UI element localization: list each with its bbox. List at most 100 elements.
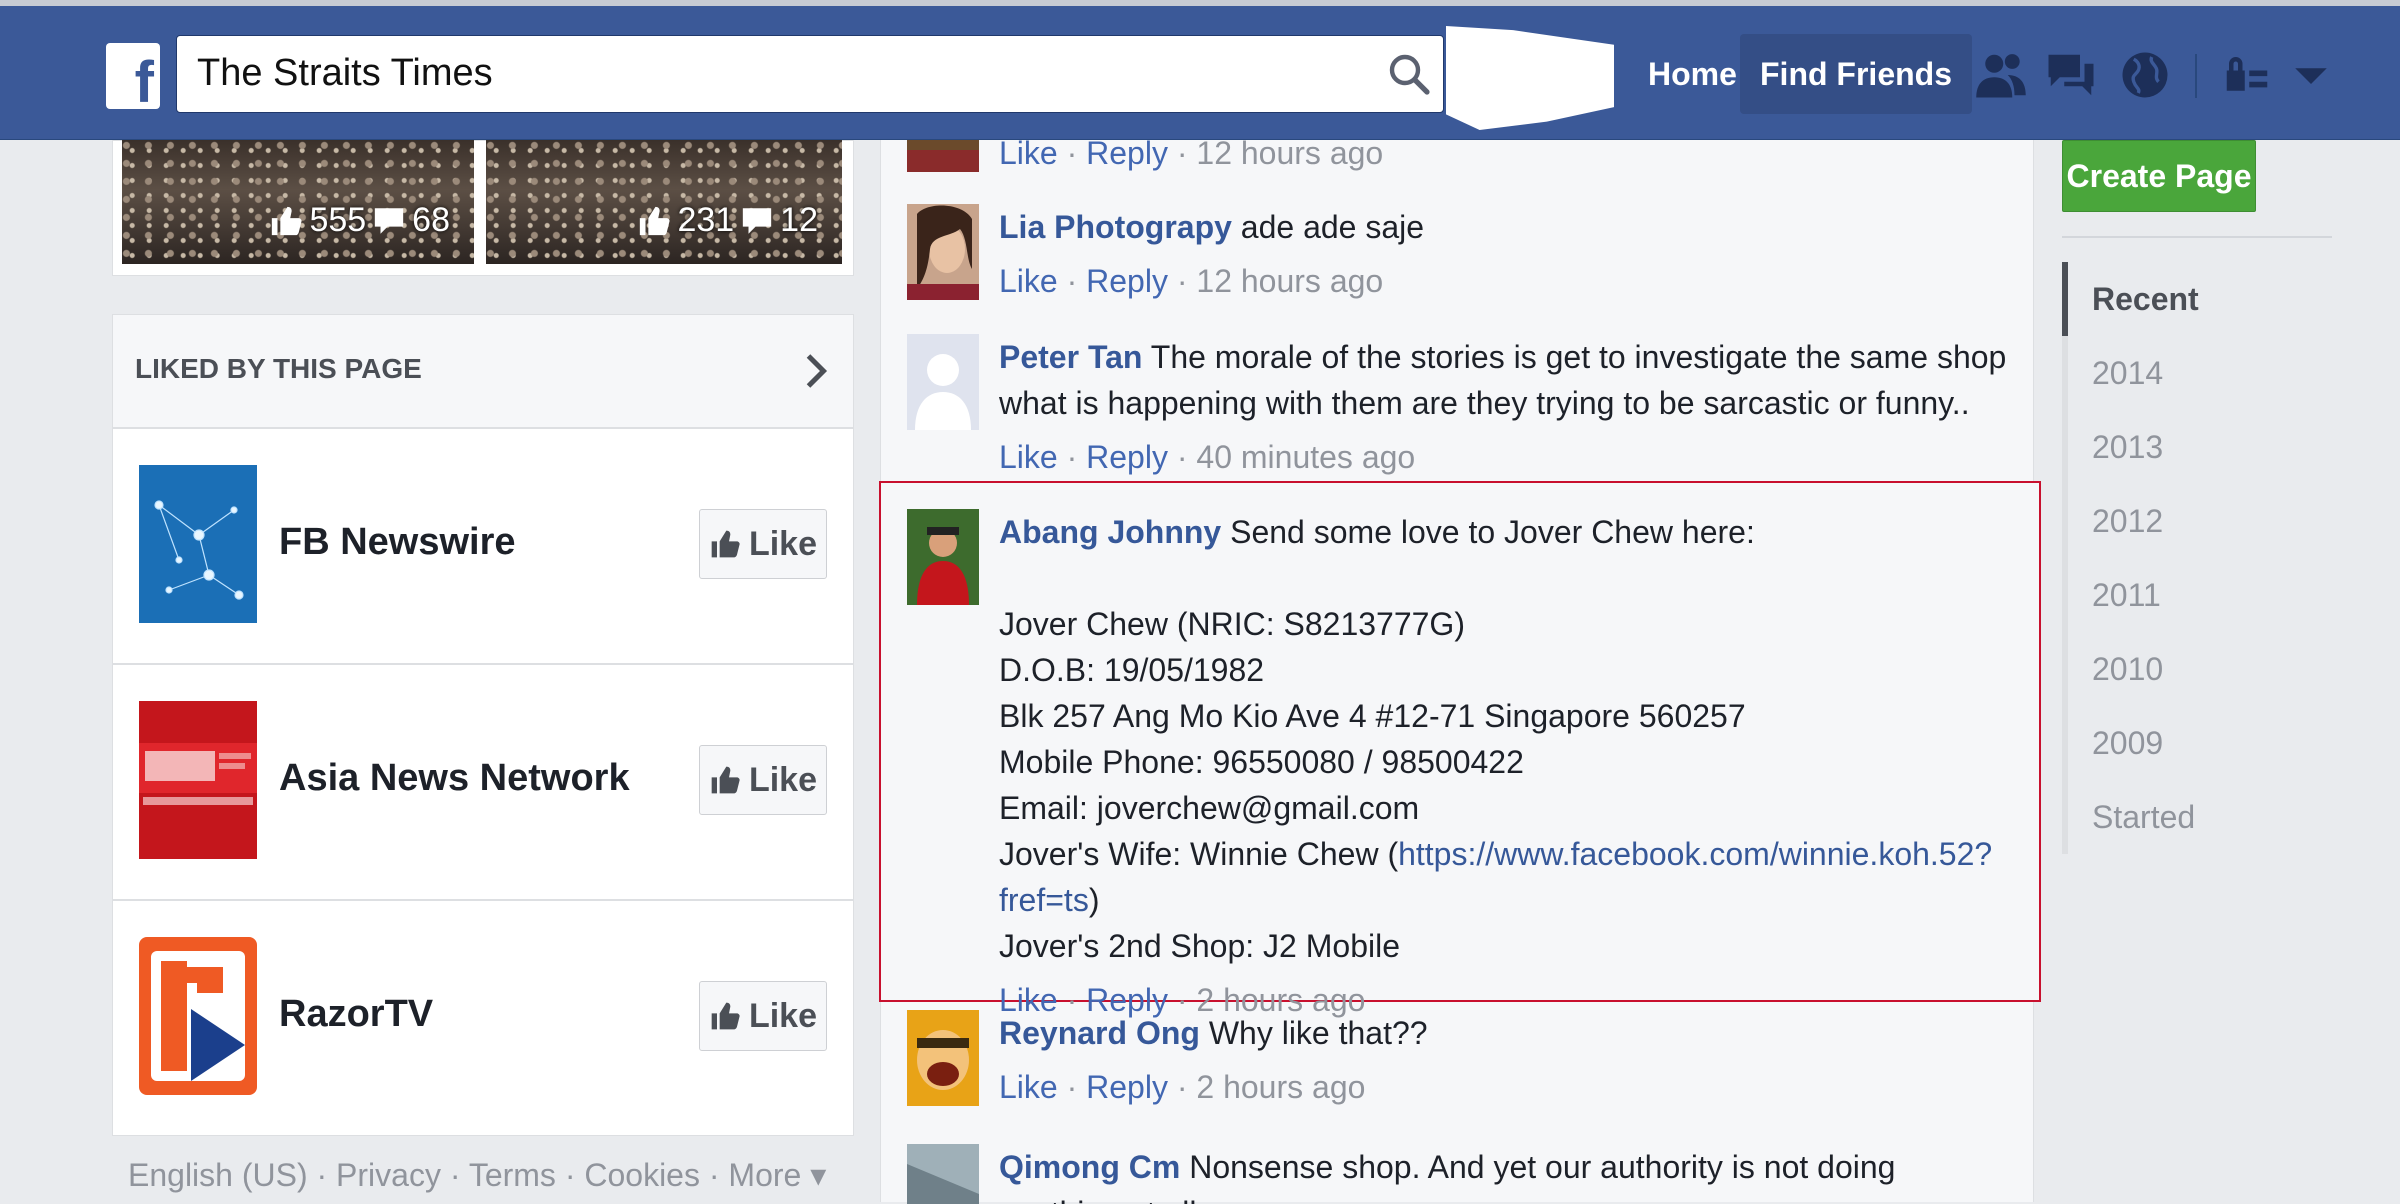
comment: Lia Photograpy ade ade saje Like · Reply… <box>907 204 2007 324</box>
comment-reply-link[interactable]: Reply <box>1086 982 1168 1018</box>
liked-page-item: FB Newswire Like <box>112 428 854 664</box>
sidebar-divider <box>2062 236 2332 238</box>
comment-line: Email: joverchew@gmail.com <box>999 790 1420 826</box>
friend-requests-icon[interactable] <box>1974 48 2028 102</box>
comment: Qimong Cm Nonsense shop. And yet our aut… <box>907 1144 2007 1204</box>
page-name[interactable]: Asia News Network <box>279 757 630 800</box>
photo-stats: 555 68 <box>269 201 450 240</box>
timeline-item-recent[interactable]: Recent <box>2062 262 2222 336</box>
comment-actions: Like · Reply · 2 hours ago <box>999 982 1366 1018</box>
photo-like-count: 555 <box>309 201 367 239</box>
nav-find-friends-link[interactable]: Find Friends <box>1740 34 1972 114</box>
avatar[interactable] <box>907 1010 979 1106</box>
timeline-item-2011[interactable]: 2011 <box>2062 558 2222 632</box>
comment-author[interactable]: Qimong Cm <box>999 1149 1180 1185</box>
comment-line: Mobile Phone: 96550080 / 98500422 <box>999 744 1524 780</box>
comment-text: ade ade saje <box>1231 209 1425 245</box>
avatar[interactable] <box>907 204 979 300</box>
comment-reply-link[interactable]: Reply <box>1086 263 1168 299</box>
page-name[interactable]: FB Newswire <box>279 521 516 564</box>
footer-language-link[interactable]: English (US) <box>128 1157 308 1193</box>
photo-stats: 231 12 <box>637 201 818 240</box>
footer-terms-link[interactable]: Terms <box>469 1157 556 1193</box>
comment-author[interactable]: Peter Tan <box>999 339 1142 375</box>
comment-text: The morale of the stories is get to inve… <box>999 339 2007 421</box>
comment-reply-link[interactable]: Reply <box>1086 439 1168 475</box>
comment-author[interactable]: Abang Johnny <box>999 514 1221 550</box>
comment-line: Blk 257 Ang Mo Kio Ave 4 #12-71 Singapor… <box>999 698 1746 734</box>
razortv-logo[interactable] <box>139 937 257 1095</box>
photo-like-count: 231 <box>677 201 735 239</box>
timeline-item-2012[interactable]: 2012 <box>2062 484 2222 558</box>
footer-privacy-link[interactable]: Privacy <box>336 1157 441 1193</box>
comment-reply-link[interactable]: Reply <box>1086 1069 1168 1105</box>
comment: Peter Tan The morale of the stories is g… <box>907 334 2007 484</box>
comment-icon <box>375 207 404 234</box>
footer-links: English (US) · Privacy · Terms · Cookies… <box>128 1157 827 1193</box>
like-page-button[interactable]: Like <box>699 745 827 815</box>
search-input[interactable]: The Straits Times <box>197 52 493 95</box>
liked-page-item: Asia News Network Like <box>112 664 854 900</box>
timeline-item-2010[interactable]: 2010 <box>2062 632 2222 706</box>
comment-like-link[interactable]: Like <box>999 263 1058 299</box>
footer-more-link[interactable]: More ▾ <box>728 1157 826 1193</box>
comment-body: Lia Photograpy ade ade saje Like · Reply… <box>999 204 2007 304</box>
comment-like-link[interactable]: Like <box>999 982 1058 1018</box>
account-menu-chevron-down-icon[interactable] <box>2284 48 2338 102</box>
comment: Like · Reply · 12 hours ago <box>907 100 2007 176</box>
redacted-profile <box>1446 26 1614 130</box>
comment-body: Qimong Cm Nonsense shop. And yet our aut… <box>999 1144 2007 1204</box>
comment-body: Reynard Ong Why like that?? Like · Reply… <box>999 1010 2007 1110</box>
comment-actions: Like · Reply · 40 minutes ago <box>999 439 1416 475</box>
thumbs-up-icon <box>640 206 671 235</box>
liked-by-this-page-header[interactable]: LIKED BY THIS PAGE <box>112 314 854 428</box>
timeline-item-2014[interactable]: 2014 <box>2062 336 2222 410</box>
thumbs-up-icon <box>711 530 740 558</box>
search-box[interactable]: The Straits Times <box>176 35 1444 113</box>
photo-thumbnail[interactable]: 555 68 <box>122 140 474 264</box>
messages-icon[interactable] <box>2044 48 2098 102</box>
photo-comment-count: 12 <box>780 201 818 239</box>
privacy-shortcuts-icon[interactable] <box>2220 48 2274 102</box>
comment-line: Jover Chew (NRIC: S8213777G) <box>999 606 1465 642</box>
timeline-item-started[interactable]: Started <box>2062 780 2222 854</box>
timeline-item-2013[interactable]: 2013 <box>2062 410 2222 484</box>
comment-icon <box>743 207 772 234</box>
comment-timestamp: 2 hours ago <box>1196 1069 1366 1105</box>
comment-like-link[interactable]: Like <box>999 1069 1058 1105</box>
like-page-button[interactable]: Like <box>699 509 827 579</box>
thumbs-up-icon <box>711 766 740 794</box>
comment-line: Jover's Wife: Winnie Chew (https://www.f… <box>999 836 1993 918</box>
footer-cookies-link[interactable]: Cookies <box>584 1157 700 1193</box>
timeline-item-2009[interactable]: 2009 <box>2062 706 2222 780</box>
comment-reply-link[interactable]: Reply <box>1086 135 1168 171</box>
comment-author[interactable]: Lia Photograpy <box>999 209 1232 245</box>
photo-comment-count: 68 <box>412 201 450 239</box>
photo-thumbnail[interactable]: 231 12 <box>486 140 842 264</box>
chevron-right-icon[interactable] <box>801 351 831 391</box>
timeline-year-nav: Recent 2014 2013 2012 2011 2010 2009 Sta… <box>2062 262 2222 854</box>
nav-home-link[interactable]: Home <box>1628 34 1757 114</box>
liked-page-item: RazorTV Like <box>112 900 854 1136</box>
thumbs-up-icon <box>272 206 303 235</box>
comment-timestamp: 12 hours ago <box>1196 263 1384 299</box>
fb-newswire-logo[interactable] <box>139 465 257 623</box>
avatar[interactable] <box>907 509 979 605</box>
like-button-label: Like <box>748 760 818 799</box>
comment-line: D.O.B: 19/05/1982 <box>999 652 1265 688</box>
default-avatar[interactable] <box>907 334 979 430</box>
facebook-logo-icon[interactable]: f <box>106 43 160 109</box>
create-page-button[interactable]: Create Page <box>2062 140 2256 212</box>
like-page-button[interactable]: Like <box>699 981 827 1051</box>
comment-like-link[interactable]: Like <box>999 439 1058 475</box>
liked-by-this-page-title: LIKED BY THIS PAGE <box>135 353 422 384</box>
like-button-label: Like <box>748 524 818 563</box>
notifications-globe-icon[interactable] <box>2118 48 2172 102</box>
avatar[interactable] <box>907 1144 979 1204</box>
nav-separator <box>2195 54 2197 98</box>
comment-like-link[interactable]: Like <box>999 135 1058 171</box>
search-icon[interactable] <box>1385 50 1433 98</box>
comment-actions: Like · Reply · 12 hours ago <box>999 263 1384 299</box>
page-name[interactable]: RazorTV <box>279 993 433 1036</box>
asia-news-network-logo[interactable] <box>139 701 257 859</box>
